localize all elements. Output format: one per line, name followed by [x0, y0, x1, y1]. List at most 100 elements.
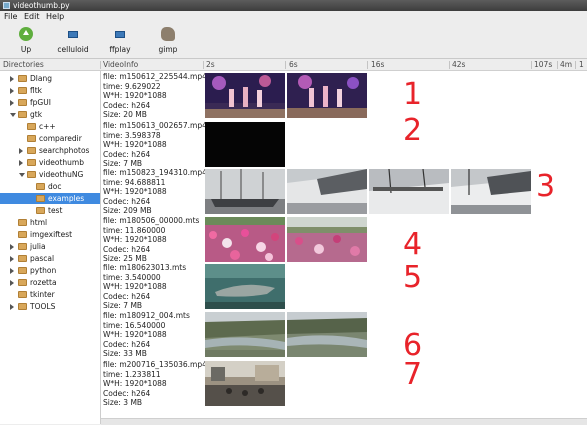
column-separator[interactable]	[557, 61, 558, 69]
video-thumbnail[interactable]	[205, 312, 285, 357]
expand-arrow-icon[interactable]	[10, 256, 14, 262]
file-name: file: m150612_225544.mp4	[103, 72, 205, 81]
menu-edit[interactable]: Edit	[24, 12, 40, 21]
video-thumbnail[interactable]	[287, 73, 367, 118]
folder-icon	[27, 135, 36, 142]
expand-arrow-icon[interactable]	[10, 280, 14, 286]
up-arrow-icon	[19, 27, 33, 41]
header-time-4[interactable]: 42s	[452, 59, 465, 70]
column-separator[interactable]	[531, 61, 532, 69]
expand-arrow-icon[interactable]	[19, 148, 23, 154]
tree-item-label: doc	[48, 182, 62, 191]
menu-bar: File Edit Help	[0, 11, 587, 23]
video-thumbnail[interactable]	[205, 217, 285, 262]
video-row[interactable]: file: m150823_194310.mp4 time: 94.688811…	[101, 168, 587, 216]
tree-item-tkinter[interactable]: tkinter	[10, 289, 100, 300]
video-row[interactable]: file: m150612_225544.mp4 time: 9.629022 …	[101, 72, 587, 120]
video-thumbnail[interactable]	[451, 169, 531, 214]
video-thumbnail[interactable]	[369, 169, 449, 214]
video-row[interactable]: file: m180506_00000.mts time: 11.860000 …	[101, 216, 587, 264]
video-row[interactable]: file: m180623013.mts time: 3.540000 W*H:…	[101, 263, 587, 311]
tree-item-imgexiftest[interactable]: imgexiftest	[10, 229, 100, 240]
celluloid-button[interactable]: celluloid	[53, 25, 93, 56]
video-thumbnail[interactable]	[287, 312, 367, 357]
folder-icon	[18, 219, 27, 226]
resolution: W*H: 1920*1088	[103, 187, 167, 196]
header-time-6[interactable]: 4m	[560, 59, 572, 70]
header-directories[interactable]: Directories	[3, 59, 44, 70]
video-thumbnail[interactable]	[287, 217, 367, 262]
folder-icon	[27, 147, 36, 154]
ffplay-button[interactable]: ffplay	[100, 25, 140, 56]
expand-arrow-icon[interactable]	[10, 244, 14, 250]
tree-item-pascal[interactable]: pascal	[10, 253, 100, 264]
header-time-2[interactable]: 6s	[289, 59, 298, 70]
tree-item-label: searchphotos	[39, 146, 90, 155]
expand-arrow-icon[interactable]	[10, 304, 14, 310]
video-thumbnail[interactable]	[205, 361, 285, 406]
column-separator[interactable]	[575, 61, 576, 69]
tree-item-html[interactable]: html	[10, 217, 100, 228]
header-time-5[interactable]: 107s	[534, 59, 552, 70]
tree-item-gtk[interactable]: gtk	[10, 109, 100, 120]
folder-icon	[18, 243, 27, 250]
tree-item-examples[interactable]: examples	[0, 193, 100, 204]
tree-item-doc[interactable]: doc	[28, 181, 100, 192]
header-videoinfo[interactable]: VideoInfo	[103, 59, 138, 70]
menu-help[interactable]: Help	[46, 12, 64, 21]
up-button[interactable]: Up	[6, 25, 46, 56]
directory-tree[interactable]: Dlang fltk fpGUI gtk c++ comparedir sear…	[0, 71, 101, 424]
tree-item-fltk[interactable]: fltk	[10, 85, 100, 96]
tree-item-label: gtk	[30, 110, 43, 119]
folder-icon	[18, 87, 27, 94]
header-time-3[interactable]: 16s	[371, 59, 384, 70]
tree-item-rozetta[interactable]: rozetta	[10, 277, 100, 288]
column-separator[interactable]	[285, 61, 286, 69]
gimp-button[interactable]: gimp	[148, 25, 188, 56]
collapse-arrow-icon[interactable]	[19, 173, 25, 177]
tree-item-searchphotos[interactable]: searchphotos	[19, 145, 100, 156]
tree-item-dlang[interactable]: Dlang	[10, 73, 100, 84]
header-time-7[interactable]: 1	[579, 59, 584, 70]
video-row[interactable]: file: m150613_002657.mp4 time: 3.598378 …	[101, 116, 587, 169]
video-thumbnail[interactable]	[205, 73, 285, 118]
column-separator[interactable]	[449, 61, 450, 69]
resolution: W*H: 1920*1088	[103, 379, 167, 388]
file-size: Size: 33 MB	[103, 349, 147, 358]
column-separator[interactable]	[100, 61, 101, 69]
tree-item-fpgui[interactable]: fpGUI	[10, 97, 100, 108]
row-marker: 7	[403, 357, 423, 392]
video-row[interactable]: file: m180912_004.mts time: 16.540000 W*…	[101, 311, 587, 361]
expand-arrow-icon[interactable]	[10, 100, 14, 106]
header-time-1[interactable]: 2s	[206, 59, 215, 70]
tree-item-julia[interactable]: julia	[10, 241, 100, 252]
tree-item-tools[interactable]: TOOLS	[10, 301, 100, 312]
title-bar: videothumb.py	[0, 0, 587, 11]
video-thumbnail[interactable]	[205, 169, 285, 214]
file-name: file: m150613_002657.mp4	[103, 121, 205, 130]
expand-arrow-icon[interactable]	[10, 76, 14, 82]
tree-item-label: videothumb	[39, 158, 84, 167]
tree-item-comparedir[interactable]: comparedir	[19, 133, 100, 144]
tree-item-label: TOOLS	[30, 302, 56, 311]
expand-arrow-icon[interactable]	[19, 160, 23, 166]
tree-item-videothumb[interactable]: videothumb	[19, 157, 100, 168]
folder-icon	[18, 291, 27, 298]
tree-item-cpp[interactable]: c++	[19, 121, 100, 132]
video-thumbnail[interactable]	[205, 122, 285, 167]
expand-arrow-icon[interactable]	[10, 88, 14, 94]
video-thumbnail[interactable]	[205, 264, 285, 309]
tree-item-label: test	[48, 206, 63, 215]
folder-icon	[36, 207, 45, 214]
column-separator[interactable]	[367, 61, 368, 69]
column-separator[interactable]	[203, 61, 204, 69]
tree-item-python[interactable]: python	[10, 265, 100, 276]
video-thumbnail[interactable]	[287, 169, 367, 214]
expand-arrow-icon[interactable]	[10, 268, 14, 274]
file-size: Size: 209 MB	[103, 206, 152, 215]
tree-item-test[interactable]: test	[28, 205, 100, 216]
tree-item-videothung[interactable]: videothuNG	[19, 169, 100, 180]
collapse-arrow-icon[interactable]	[10, 113, 16, 117]
video-row[interactable]: file: m200716_135036.mp4 time: 1.233811 …	[101, 360, 587, 408]
menu-file[interactable]: File	[4, 12, 17, 21]
